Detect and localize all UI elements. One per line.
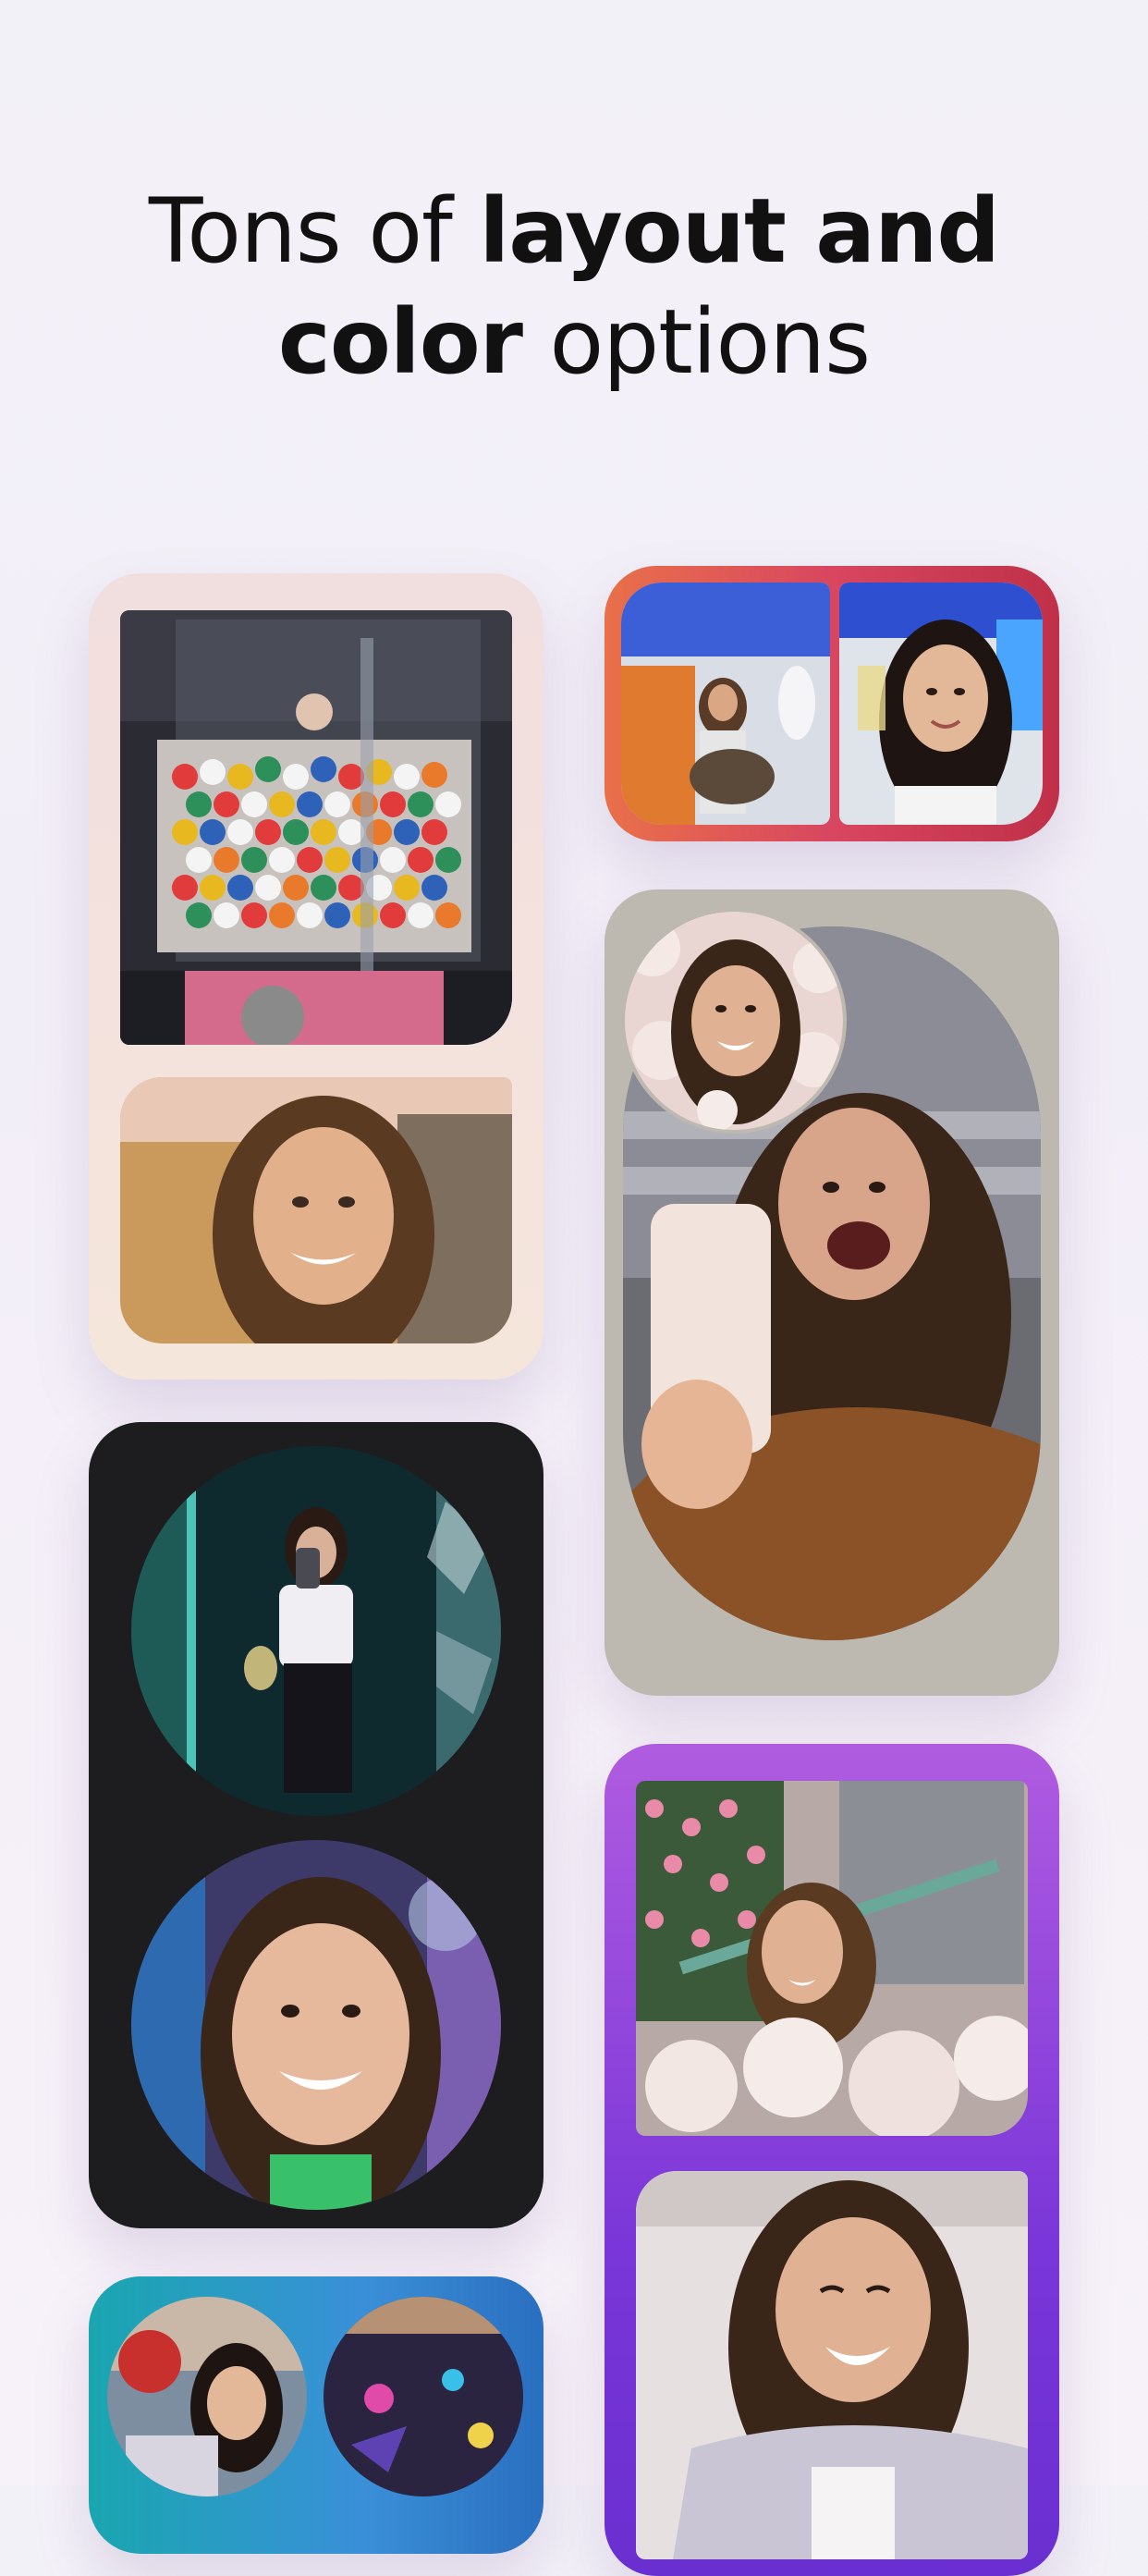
layout-card-purple[interactable] xyxy=(605,1744,1059,2576)
photo-woman-in-ball-pit xyxy=(621,908,847,1134)
photo-neon-room xyxy=(324,2297,523,2496)
headline-line1-light: Tons of xyxy=(148,179,480,283)
headline-line2-bold: color xyxy=(277,290,523,394)
layout-card-teal[interactable] xyxy=(89,2276,543,2554)
photo-woman-toast-on-plane xyxy=(839,583,1043,825)
layout-card-grey[interactable] xyxy=(605,889,1059,1696)
photo-smiling-woman xyxy=(120,1077,512,1343)
photo-gumball-machine xyxy=(120,610,512,1045)
headline-line2-light: options xyxy=(521,290,872,394)
layout-card-cream[interactable] xyxy=(89,573,543,1380)
photo-woman-ball-pit-flowers xyxy=(636,1781,1028,2136)
headline-line1-bold: layout and xyxy=(479,179,1000,283)
photo-woman-laughing-sweater xyxy=(636,2171,1028,2559)
layout-card-black[interactable] xyxy=(89,1422,543,2228)
photo-friend-on-plane xyxy=(621,583,830,825)
photo-friends-with-balloon xyxy=(107,2297,307,2496)
photo-mirror-selfie xyxy=(131,1446,501,1816)
photo-laughing-woman-closeup xyxy=(131,1840,501,2210)
headline: Tons of layout and color options xyxy=(0,176,1148,398)
layout-card-red[interactable] xyxy=(605,566,1059,841)
